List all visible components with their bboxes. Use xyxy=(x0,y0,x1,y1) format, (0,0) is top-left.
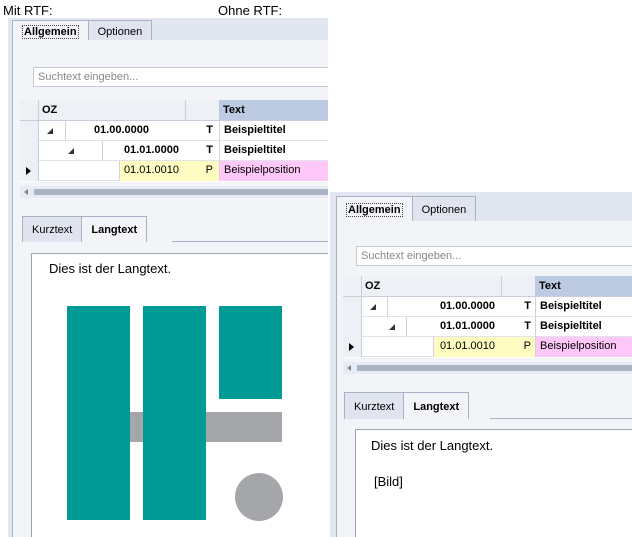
table-row[interactable]: 01.01.0000 T Beispieltitel xyxy=(20,141,328,161)
text-cell: Beispieltitel xyxy=(219,141,328,161)
collapse-icon[interactable] xyxy=(68,148,74,154)
column-header-text[interactable]: Text xyxy=(535,276,632,296)
panel-without-rtf: Allgemein Optionen Suchtext eingeben... … xyxy=(330,192,632,537)
table-row[interactable]: 01.00.0000 T Beispieltitel xyxy=(343,297,632,317)
caption-with-rtf: Mit RTF: xyxy=(3,3,53,18)
panel-with-rtf: Allgemein Optionen Suchtext eingeben... … xyxy=(8,18,328,537)
tab-options-label: Optionen xyxy=(421,204,467,216)
search-input[interactable]: Suchtext eingeben... xyxy=(33,67,328,87)
logo-image xyxy=(67,306,283,521)
plain-text-editor[interactable]: Dies ist der Langtext. [Bild] xyxy=(355,429,632,537)
table-row[interactable]: 01.01.0010 P Beispielposition xyxy=(343,337,632,357)
tab-options[interactable]: Optionen xyxy=(411,196,477,221)
text-tabbar: Kurztext Langtext xyxy=(344,392,470,419)
table-row[interactable]: 01.01.0010 P Beispielposition xyxy=(20,161,328,181)
text-cell: Beispielposition xyxy=(219,161,328,181)
oz-cell: 01.00.0000 xyxy=(387,297,501,317)
main-tabbar: Allgemein Optionen xyxy=(336,196,477,221)
tab-general[interactable]: Allgemein xyxy=(12,20,89,40)
logo-gray-circle xyxy=(235,473,283,521)
table-row[interactable]: 01.01.0000 T Beispieltitel xyxy=(343,317,632,337)
tab-general-body: Suchtext eingeben... OZ Text 01.00.0000 … xyxy=(12,40,328,537)
table-row[interactable]: 01.00.0000 T Beispieltitel xyxy=(20,121,328,141)
horizontal-scrollbar[interactable] xyxy=(20,186,328,198)
tab-general-body: Suchtext eingeben... OZ Text 01.00.0000 … xyxy=(336,221,632,537)
image-placeholder: [Bild] xyxy=(374,474,403,489)
column-header-oz[interactable]: OZ xyxy=(42,104,57,116)
type-cell: T xyxy=(206,124,213,136)
search-input[interactable]: Suchtext eingeben... xyxy=(356,246,632,266)
grid-header: OZ Text xyxy=(20,100,328,121)
text-cell: Beispieltitel xyxy=(219,121,328,141)
scrollbar-thumb[interactable] xyxy=(357,365,632,371)
rtf-editor[interactable]: Dies ist der Langtext. xyxy=(31,253,328,537)
caption-without-rtf: Ohne RTF: xyxy=(218,3,283,18)
type-cell: P xyxy=(205,164,213,176)
oz-cell: 01.00.0000 xyxy=(65,121,155,141)
row-indicator xyxy=(343,337,362,357)
column-header-text[interactable]: Text xyxy=(219,100,328,120)
row-indicator xyxy=(343,297,362,317)
logo-bar-middle-overlay xyxy=(143,412,206,442)
text-cell: Beispielposition xyxy=(535,337,632,357)
column-header-oz[interactable]: OZ xyxy=(365,280,380,292)
longtext-content: Dies ist der Langtext. xyxy=(371,438,494,453)
row-indicator xyxy=(20,141,39,161)
tab-options-label: Optionen xyxy=(97,26,143,38)
text-tab-line xyxy=(490,418,632,419)
tab-general[interactable]: Allgemein xyxy=(336,196,413,221)
scroll-left-icon[interactable] xyxy=(24,189,28,195)
text-tabbar: Kurztext Langtext xyxy=(22,216,148,242)
tab-options[interactable]: Optionen xyxy=(87,20,153,40)
row-indicator xyxy=(20,121,39,141)
logo-block-right xyxy=(219,306,282,399)
main-tabbar: Allgemein Optionen xyxy=(12,20,153,40)
tab-langtext[interactable]: Langtext xyxy=(81,216,148,242)
oz-cell: 01.01.0010 xyxy=(119,161,185,181)
type-cell: T xyxy=(524,300,531,312)
collapse-icon[interactable] xyxy=(389,324,395,330)
grid-header: OZ Text xyxy=(343,276,632,297)
position-grid: OZ Text 01.00.0000 T Beispieltitel 01.01… xyxy=(20,100,328,182)
row-indicator xyxy=(343,317,362,337)
type-cell: P xyxy=(523,340,531,352)
oz-cell: 01.01.0000 xyxy=(102,141,185,161)
position-grid: OZ Text 01.00.0000 T Beispieltitel 01.01… xyxy=(343,276,632,358)
current-row-arrow-icon xyxy=(26,167,31,175)
tab-general-label: Allgemein xyxy=(346,203,403,217)
scrollbar-thumb[interactable] xyxy=(34,189,328,195)
row-indicator xyxy=(20,161,39,181)
logo-bar-left xyxy=(67,306,130,520)
oz-cell: 01.01.0000 xyxy=(406,317,501,337)
current-row-arrow-icon xyxy=(349,343,354,351)
tab-general-label: Allgemein xyxy=(22,25,79,39)
type-cell: T xyxy=(206,144,213,156)
scroll-left-icon[interactable] xyxy=(347,365,351,371)
horizontal-scrollbar[interactable] xyxy=(343,362,632,374)
text-cell: Beispieltitel xyxy=(535,317,632,337)
text-cell: Beispieltitel xyxy=(535,297,632,317)
type-cell: T xyxy=(524,320,531,332)
tab-langtext[interactable]: Langtext xyxy=(403,392,470,419)
collapse-icon[interactable] xyxy=(370,304,376,310)
collapse-icon[interactable] xyxy=(47,128,53,134)
text-tab-line xyxy=(172,241,328,242)
oz-cell: 01.01.0010 xyxy=(433,337,501,357)
tab-kurztext[interactable]: Kurztext xyxy=(344,392,405,419)
tab-kurztext[interactable]: Kurztext xyxy=(22,216,83,242)
